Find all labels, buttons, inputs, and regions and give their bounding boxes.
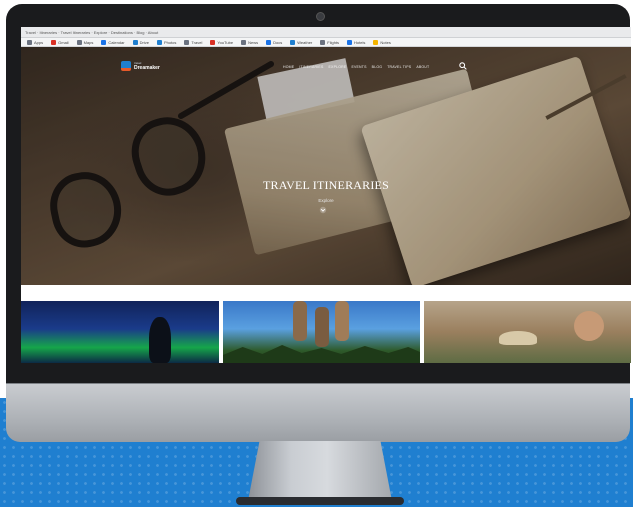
nav-item-about[interactable]: ABOUT [416, 65, 429, 69]
chevron-down-icon[interactable] [319, 206, 327, 214]
bookmark-icon [27, 39, 32, 45]
bookmark-icon [290, 39, 296, 45]
hero-subtitle[interactable]: Explore [21, 198, 631, 203]
bookmark-item[interactable]: News [241, 39, 259, 45]
bookmark-item[interactable]: Weather [290, 39, 313, 45]
bookmark-label: News [248, 39, 259, 45]
bookmark-label: Apps [34, 39, 44, 45]
bookmark-label: Travel [191, 39, 203, 45]
bookmark-icon [156, 39, 162, 45]
search-icon[interactable] [459, 62, 467, 70]
bookmark-icon [241, 39, 247, 45]
tile-photo-person [149, 317, 171, 363]
bookmark-icon [76, 39, 82, 45]
bookmark-item[interactable]: Travel [184, 39, 203, 45]
bookmark-label: Docs [273, 39, 283, 45]
bookmark-label: Flights [327, 39, 340, 45]
bookmark-label: Hotels [354, 39, 366, 45]
nav-item-blog[interactable]: BLOG [372, 65, 383, 69]
bookmark-label: Drive [139, 39, 149, 45]
bookmark-item[interactable]: Calendar [101, 39, 125, 45]
bookmark-icon [210, 39, 216, 45]
bookmark-icon [347, 39, 353, 45]
browser-tab-strip[interactable]: Travel · Itineraries · Travel Itinerarie… [21, 27, 631, 38]
logo-main-text: Dreamaker [134, 65, 160, 71]
tile-photo-leg [293, 301, 307, 341]
bookmark-icon [132, 39, 138, 45]
bookmark-item[interactable]: Hotels [347, 39, 366, 45]
camera-icon [316, 12, 325, 21]
bookmark-label: Maps [83, 39, 94, 45]
bookmarks-bar: Apps Gmail Maps Calendar Drive Photos Tr… [21, 38, 631, 47]
bookmark-item[interactable]: Gmail [51, 39, 69, 45]
bookmark-icon [373, 39, 379, 45]
hero-title: TRAVEL ITINERARIES [263, 178, 389, 192]
bookmark-icon [266, 39, 272, 45]
nav-item-home[interactable]: HOME [283, 65, 294, 69]
hero-banner: travel Dreamaker HOME ITINERARIES EXPLOR… [21, 47, 631, 285]
hero-overlay [21, 47, 631, 285]
itinerary-tile-safari[interactable] [424, 301, 631, 363]
bookmark-icon [320, 39, 326, 45]
monitor-chin [6, 384, 630, 442]
bookmark-icon [184, 39, 190, 45]
bookmark-item[interactable]: YouTube [210, 39, 234, 45]
tab-strip-text: Travel · Itineraries · Travel Itinerarie… [25, 30, 159, 35]
nav-item-itineraries[interactable]: ITINERARIES [299, 65, 323, 69]
bookmark-label: Weather [297, 39, 313, 45]
bookmark-item[interactable]: Docs [266, 39, 283, 45]
logo-text: travel Dreamaker [134, 61, 160, 71]
bookmark-item[interactable]: Notes [373, 39, 391, 45]
bookmark-label: Calendar [108, 39, 125, 45]
stand-base [236, 497, 404, 505]
bookmark-icon [101, 39, 107, 45]
bookmark-icon [51, 39, 57, 45]
bookmark-item[interactable]: Photos [156, 39, 177, 45]
bookmark-item[interactable]: Drive [132, 39, 149, 45]
site-nav: HOME ITINERARIES EXPLORE EVENTS BLOG TRA… [283, 65, 429, 69]
itinerary-tile-hikers[interactable] [223, 301, 420, 363]
tile-photo-person [574, 311, 604, 341]
bookmark-label: YouTube [217, 39, 234, 45]
bookmark-label: Gmail [58, 39, 69, 45]
site-logo[interactable]: travel Dreamaker [121, 61, 160, 71]
logo-icon [121, 61, 131, 71]
tile-photo-leg [315, 307, 329, 347]
bookmark-label: Notes [380, 39, 391, 45]
monitor-screen: Travel · Itineraries · Travel Itinerarie… [21, 27, 631, 363]
tile-photo-leg [335, 301, 349, 341]
monitor-stand [248, 441, 392, 501]
tile-photo-hat [499, 331, 537, 345]
nav-item-explore[interactable]: EXPLORE [329, 65, 347, 69]
bookmark-item[interactable]: Maps [76, 39, 94, 45]
bookmark-item[interactable]: Apps [27, 39, 44, 45]
bookmark-label: Photos [163, 39, 177, 45]
nav-item-events[interactable]: EVENTS [351, 65, 366, 69]
bookmark-item[interactable]: Flights [320, 39, 340, 45]
itinerary-tile-aurora[interactable] [21, 301, 219, 363]
nav-item-travel-tips[interactable]: TRAVEL TIPS [387, 65, 411, 69]
